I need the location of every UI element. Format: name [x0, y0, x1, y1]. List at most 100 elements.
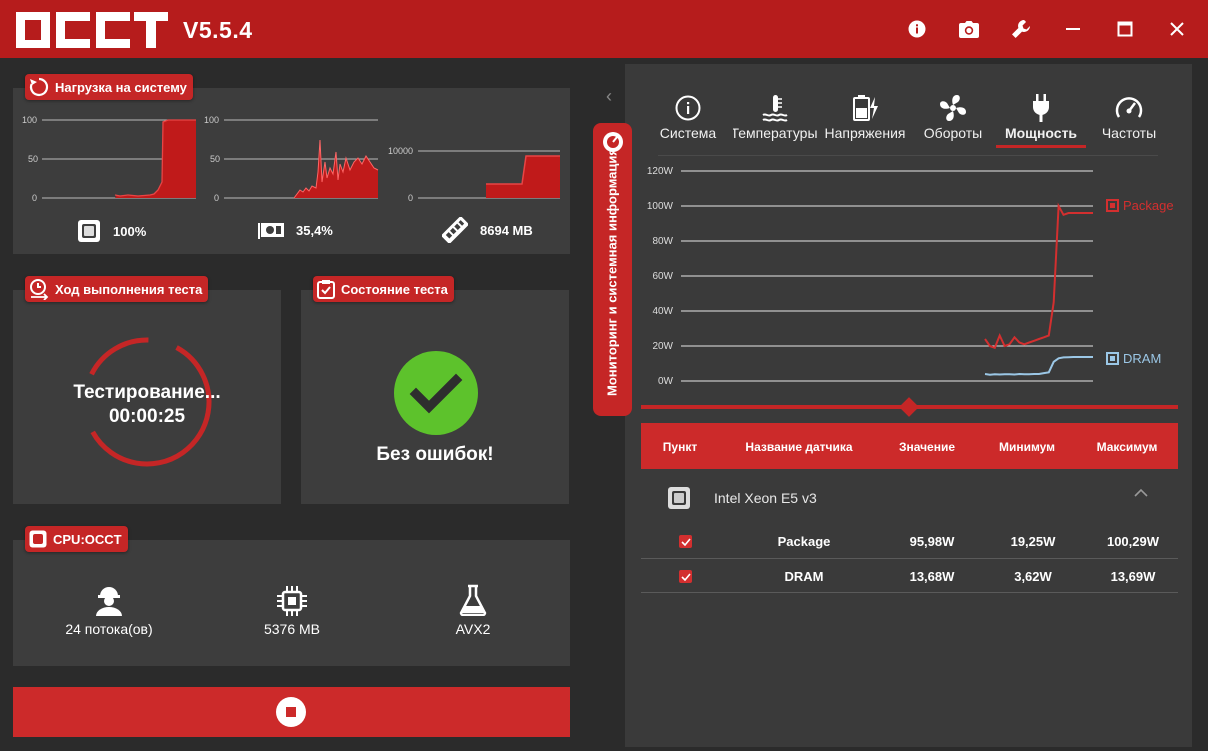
power-chart: 120W 100W 80W 60W 40W 20W 0W — [647, 166, 1093, 387]
gpu-load-chart: 100 50 0 — [204, 115, 379, 203]
ram-tick-0: 0 — [408, 193, 413, 203]
progress-time: 00:00:25 — [108, 406, 186, 427]
tab-system[interactable]: Система — [645, 94, 731, 141]
clipboard-check-icon — [317, 280, 335, 299]
tab-temperatures[interactable]: Температуры — [733, 94, 819, 141]
minimize-button[interactable] — [1062, 18, 1084, 40]
check-icon — [680, 537, 691, 546]
chevron-up-icon[interactable] — [1134, 488, 1148, 498]
gpu-load-stat: 35,4% — [258, 221, 333, 239]
refresh-icon — [29, 77, 49, 97]
row-divider — [641, 592, 1178, 593]
stop-icon — [286, 707, 296, 717]
legend-package: Package — [1106, 198, 1174, 213]
y-tick-label: 80W — [652, 236, 673, 247]
series-line-package — [984, 202, 1093, 350]
legend-package-label: Package — [1123, 198, 1174, 213]
cpu-tick-0: 0 — [32, 193, 37, 203]
cpu-tick-100: 100 — [22, 115, 37, 125]
legend-dram-swatch — [1106, 352, 1119, 365]
info-icon — [675, 95, 701, 121]
col-sensor-name: Название датчика — [745, 440, 853, 454]
state-panel-tag: Состояние теста — [313, 276, 454, 302]
info-button[interactable] — [906, 18, 928, 40]
col-min: Минимум — [998, 440, 1056, 454]
row-dram-min: 3,62W — [1014, 569, 1052, 584]
row-dram-value: 13,68W — [909, 569, 955, 584]
cpu-icon — [78, 220, 100, 242]
cpu-load-value: 100% — [113, 223, 147, 239]
y-tick-label: 0W — [658, 376, 674, 387]
camera-icon — [959, 20, 979, 38]
tab-frequencies[interactable]: Частоты — [1086, 94, 1172, 141]
power-chart-yticks: 120W 100W 80W 60W 40W 20W 0W — [647, 166, 674, 387]
monitoring-side-label: Мониторинг и системная информация — [604, 148, 620, 396]
col-item: Пункт — [662, 440, 698, 454]
row-package-value: 95,98W — [909, 534, 955, 549]
stopwatch-icon — [30, 279, 49, 300]
ram-load-stat: 8694 MB — [442, 217, 533, 243]
cpu-load-chart: 100 50 0 — [22, 115, 196, 203]
tab-frequencies-label: Частоты — [1101, 125, 1157, 141]
ram-tick-10000: 10000 — [388, 146, 413, 156]
ram-load-value: 8694 MB — [480, 222, 533, 238]
tab-voltages[interactable]: Напряжения — [822, 94, 908, 141]
progress-panel-title: Ход выполнения теста — [55, 281, 203, 297]
threads-count: 24 потока(ов) — [65, 621, 153, 637]
minimize-icon — [1066, 28, 1080, 30]
instruction-item: AVX2 — [383, 584, 563, 637]
y-tick-label: 60W — [652, 271, 673, 282]
row-package-max: 100,29W — [1106, 534, 1160, 549]
cpu-icon — [668, 487, 690, 509]
cpu-load-stat: 100% — [77, 219, 146, 243]
close-button[interactable] — [1166, 18, 1188, 40]
cpu-panel-tag: CPU:OCCT — [25, 526, 128, 552]
col-value: Значение — [898, 440, 956, 454]
check-icon — [680, 572, 691, 581]
occt-logo — [16, 12, 168, 48]
stop-button[interactable] — [276, 697, 306, 727]
screenshot-button[interactable] — [958, 18, 980, 40]
tab-separator — [658, 155, 1158, 156]
settings-button[interactable] — [1010, 18, 1032, 40]
legend-dram-label: DRAM — [1123, 351, 1162, 366]
memory-value: 5376 MB — [263, 621, 321, 637]
y-tick-label: 40W — [652, 306, 673, 317]
state-panel-title: Состояние теста — [341, 281, 448, 297]
row-package-name: Package — [777, 534, 831, 549]
row-dram-checkbox[interactable] — [679, 570, 692, 583]
progress-status: Тестирование... — [73, 382, 221, 403]
ram-load-chart: 10000 0 — [388, 146, 560, 203]
y-tick-label: 100W — [647, 201, 674, 212]
tab-power-label: Мощность — [1004, 125, 1078, 141]
fan-icon — [940, 95, 966, 121]
maximize-button[interactable] — [1114, 18, 1136, 40]
close-icon — [1170, 22, 1184, 36]
maximize-icon — [1117, 21, 1133, 37]
worker-icon — [96, 587, 122, 616]
power-chart-series — [984, 202, 1093, 376]
sensor-group-name: Intel Xeon E5 v3 — [714, 490, 817, 506]
ram-icon — [442, 217, 468, 243]
thermometer-icon — [762, 95, 788, 122]
app-version: V5.5.4 — [183, 17, 253, 43]
battery-bolt-icon — [853, 95, 878, 121]
cpu-panel-title: CPU:OCCT — [53, 531, 122, 547]
collapse-chevron-icon[interactable]: ‹ — [606, 86, 612, 107]
instruction-set: AVX2 — [455, 621, 491, 637]
tab-fans[interactable]: Обороты — [910, 94, 996, 141]
row-divider — [641, 558, 1178, 559]
ok-check-icon — [394, 351, 478, 435]
tab-system-label: Система — [659, 125, 717, 141]
tab-temperatures-label: Температуры — [733, 125, 818, 141]
power-chart-grid — [681, 170, 1093, 382]
row-package-checkbox[interactable] — [679, 535, 692, 548]
gpu-icon — [258, 223, 284, 239]
legend-package-swatch — [1106, 199, 1119, 212]
title-bar: V5.5.4 — [0, 0, 1208, 58]
threads-item: 24 потока(ов) — [19, 584, 199, 637]
tab-voltages-label: Напряжения — [824, 125, 906, 141]
load-panel-title: Нагрузка на систему — [55, 79, 187, 95]
chip-icon — [277, 586, 307, 616]
tab-power[interactable]: Мощность — [998, 94, 1084, 141]
